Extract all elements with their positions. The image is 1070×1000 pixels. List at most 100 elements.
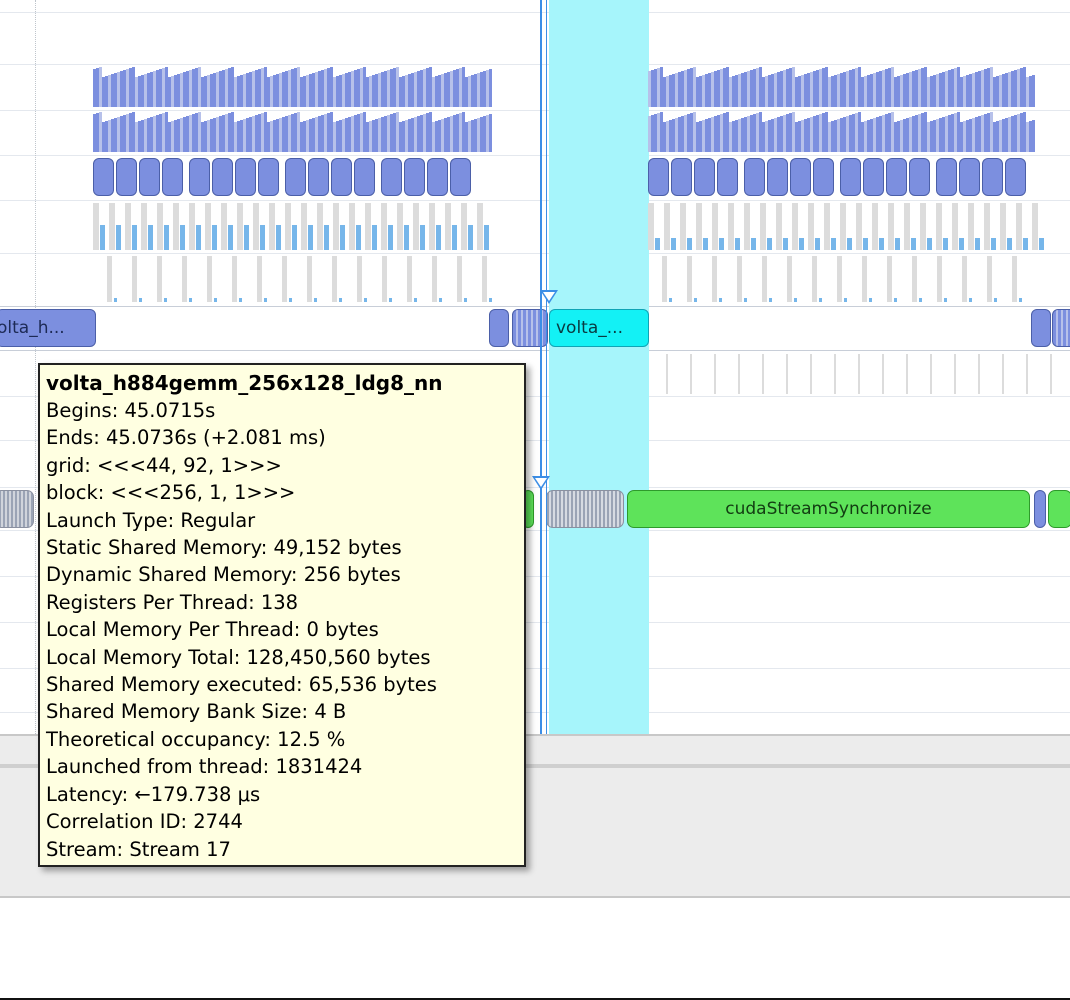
activity-bar [157,256,162,302]
activity-bar [776,203,782,250]
api-call-cluster[interactable] [0,490,34,528]
activity-bar [994,298,997,302]
activity-bar [139,298,142,302]
activity-bar [954,354,956,394]
activity-bar [760,203,766,250]
activity-bar [799,238,804,250]
activity-bar [751,238,756,250]
activity-bar [783,238,788,250]
activity-bar [365,203,371,250]
row-divider [0,155,1070,156]
activity-bar [969,298,972,302]
kernel-block[interactable]: olta_h... [0,309,96,347]
activity-bar [1032,120,1035,152]
activity-bar [975,238,980,250]
activity-bar [962,256,967,302]
selected-kernel-block[interactable]: volta_... [549,309,649,347]
row-divider [0,12,1070,13]
memory-op-block [1005,158,1026,196]
selection-region [549,0,649,734]
activity-bar [1039,238,1044,250]
activity-bar [669,298,672,302]
activity-bar [882,354,884,394]
activity-bar [489,114,492,152]
activity-bar [257,256,262,302]
cursor-line[interactable] [540,0,542,734]
cursor-line[interactable] [546,0,547,734]
kernel-block[interactable] [489,309,509,347]
cuda-stream-synchronize-block[interactable]: cudaStreamSynchronize [627,490,1030,528]
kernel-block[interactable] [1052,309,1070,347]
activity-bar [164,225,169,250]
activity-bar [314,298,317,302]
activity-bar [696,203,702,250]
activity-bar [317,203,323,250]
activity-bar [439,298,442,302]
activity-bar [984,203,990,250]
kernel-block[interactable] [512,309,548,347]
activity-bar [196,225,201,250]
memory-op-block [767,158,788,196]
cursor-marker-icon[interactable] [540,290,558,304]
activity-bar [1023,238,1028,250]
row-divider [0,350,1070,351]
kernel-block[interactable] [1031,309,1051,347]
api-call-cluster[interactable] [546,490,624,528]
activity-bar [457,256,462,302]
activity-bar [269,203,275,250]
activity-bar [655,238,660,250]
activity-bar [888,203,894,250]
activity-bar [461,203,467,250]
activity-bar [239,298,242,302]
activity-bar [744,203,750,250]
activity-bar [794,298,797,302]
activity-bar [260,225,265,250]
activity-bar [815,238,820,250]
activity-bar [1000,203,1006,250]
tooltip-line: Begins: 45.0715s [46,399,216,422]
activity-bar [943,238,948,250]
activity-bar [690,354,692,394]
activity-bar [237,203,243,250]
memory-op-block [671,158,692,196]
activity-bar [407,256,412,302]
tooltip-line: Local Memory Total: 128,450,560 bytes [46,645,431,669]
tooltip-title: volta_h884gemm_256x128_ldg8_nn [46,371,443,395]
activity-bar [719,298,722,302]
activity-bar [397,203,403,250]
row-divider [0,64,1070,65]
activity-bar [904,203,910,250]
activity-bar [389,298,392,302]
memory-op-block [354,158,375,196]
api-label: cudaStreamSynchronize [725,499,932,519]
activity-bar [769,298,772,302]
api-call-block[interactable] [1048,490,1070,528]
time-gridline [35,0,36,734]
activity-bar [244,225,249,250]
memory-op-block [648,158,669,196]
activity-bar [919,298,922,302]
activity-bar [812,256,817,302]
memory-op-block [886,158,907,196]
tooltip-line: Local Memory Per Thread: 0 bytes [46,618,379,642]
activity-bar [978,354,980,394]
cursor-marker-icon[interactable] [532,476,550,490]
activity-bar [212,225,217,250]
tooltip-line: Launched from thread: 1831424 [46,755,363,779]
tooltip-line: Stream: Stream 17 [46,837,231,861]
activity-bar [429,203,435,250]
activity-bar [936,203,942,250]
memory-op-block [258,158,279,196]
memory-op-block [212,158,233,196]
memory-op-block [139,158,160,196]
activity-bar [173,203,179,250]
memory-op-block [235,158,256,196]
activity-bar [132,225,137,250]
row-divider [0,306,1070,307]
tooltip-line: Registers Per Thread: 138 [46,590,299,614]
activity-bar [738,354,740,394]
activity-bar [787,256,792,302]
memory-op-block [93,158,114,196]
activity-bar [987,256,992,302]
api-call-block[interactable] [1034,490,1046,528]
